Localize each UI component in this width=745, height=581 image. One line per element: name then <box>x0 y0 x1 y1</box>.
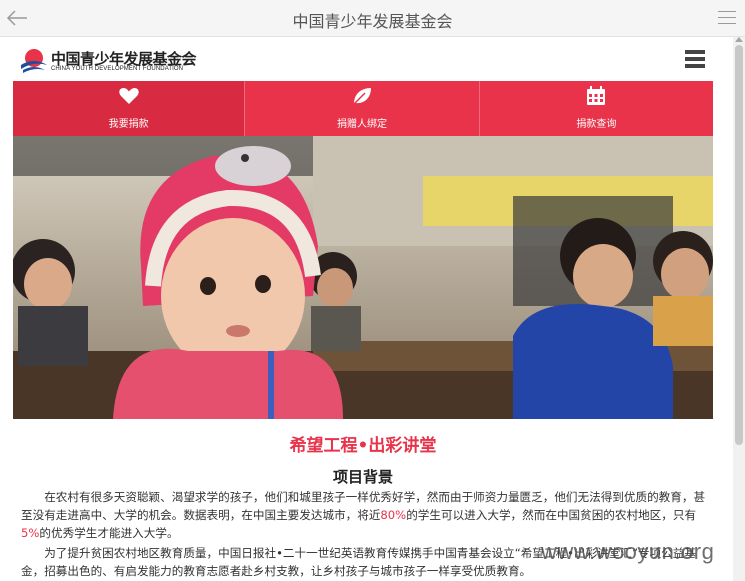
nav-item-label: 捐赠人绑定 <box>337 119 387 130</box>
logo-name-en: CHINA YOUTH DEVELOPMENT FOUNDATION <box>51 66 184 72</box>
foundation-logo-icon[interactable] <box>19 47 49 75</box>
app-title: 中国青少年发展基金会 <box>292 12 453 31</box>
nav-item-label: 捐款查询 <box>576 119 617 130</box>
nav-item-donor-binding[interactable]: 捐赠人绑定 <box>245 81 480 136</box>
main-nav: 我要捐款 捐赠人绑定 捐款查询 <box>13 81 713 136</box>
scroll-up-arrow-icon[interactable] <box>735 37 743 42</box>
calendar-icon <box>587 86 606 105</box>
classroom-children-image <box>13 136 713 419</box>
nav-item-donation-query[interactable]: 捐款查询 <box>480 81 713 136</box>
site-header: 中国青少年发展基金会 CHINA YOUTH DEVELOPMENT FOUND… <box>13 40 713 82</box>
page-scrollbar[interactable] <box>733 37 745 581</box>
article-headline: 希望工程•出彩讲堂 <box>289 436 437 456</box>
site-menu-icon[interactable] <box>685 50 705 70</box>
app-bar: 中国青少年发展基金会 <box>0 0 745 37</box>
stat-rural-percent: 5% <box>21 526 40 540</box>
hero-photo <box>13 136 713 419</box>
heart-icon <box>118 88 139 104</box>
stat-urban-percent: 80% <box>380 508 407 522</box>
nav-item-donate[interactable]: 我要捐款 <box>13 81 246 136</box>
leaf-icon <box>353 88 371 105</box>
nav-item-label: 我要捐款 <box>108 119 149 130</box>
paragraph-background: 在农村有很多天资聪颖、渴望求学的孩子，他们和城里孩子一样优秀好学，然而由于师资力… <box>21 490 706 540</box>
app-menu-icon[interactable] <box>718 11 736 25</box>
watermark: www.wooyun.org <box>541 539 715 564</box>
scrollbar-thumb[interactable] <box>735 45 743 445</box>
section-subhead: 项目背景 <box>332 468 393 486</box>
